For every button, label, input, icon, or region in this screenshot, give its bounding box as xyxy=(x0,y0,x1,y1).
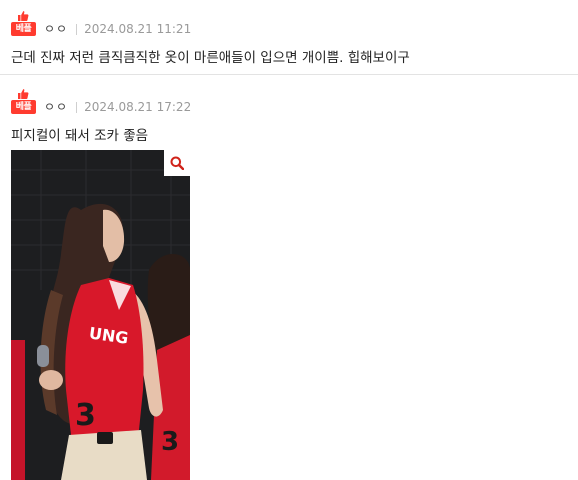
jersey-number-right: 3 xyxy=(161,427,179,457)
meta-divider xyxy=(76,102,78,113)
comment-item: 베플 ㅇㅇ 2024.08.21 17:22 피지컬이 돼서 조카 좋음 3 U… xyxy=(0,75,578,480)
badge-label: 베플 xyxy=(11,22,36,36)
attached-photo[interactable]: 3 UNG 3 xyxy=(11,150,190,480)
thumbs-up-icon xyxy=(18,89,29,99)
comment-text: 근데 진짜 저런 큼직큼직한 옷이 마른애들이 입으면 개이쁨. 힙해보이구 xyxy=(11,50,410,66)
meta-divider xyxy=(76,24,78,35)
jersey-number-left: 3 xyxy=(75,398,96,433)
author-nickname[interactable]: ㅇㅇ xyxy=(44,100,68,114)
zoom-button[interactable] xyxy=(164,150,190,176)
comment-text: 피지컬이 돼서 조카 좋음 xyxy=(11,128,149,144)
author-nickname[interactable]: ㅇㅇ xyxy=(44,22,68,36)
comment-date: 2024.08.21 11:21 xyxy=(84,22,192,36)
badge-label: 베플 xyxy=(11,100,36,114)
photo-illustration: 3 UNG 3 xyxy=(11,150,190,480)
best-reply-badge: 베플 xyxy=(11,10,36,36)
thumbs-up-icon xyxy=(18,11,29,21)
comment-meta: 베플 ㅇㅇ 2024.08.21 11:21 xyxy=(11,10,191,36)
comment-date: 2024.08.21 17:22 xyxy=(84,100,192,114)
comment-item: 베플 ㅇㅇ 2024.08.21 11:21 근데 진짜 저런 큼직큼직한 옷이… xyxy=(0,0,578,75)
search-icon xyxy=(170,156,184,170)
best-reply-badge: 베플 xyxy=(11,88,36,114)
comment-meta: 베플 ㅇㅇ 2024.08.21 17:22 xyxy=(11,88,191,114)
